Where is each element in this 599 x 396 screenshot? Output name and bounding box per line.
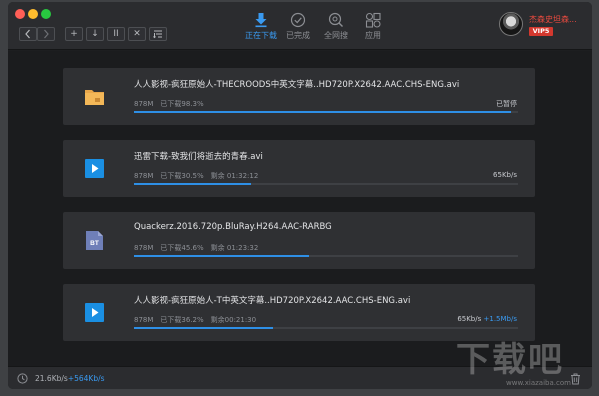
forward-button[interactable] — [37, 27, 55, 41]
video-play-icon — [85, 303, 104, 322]
delete-button[interactable]: ✕ — [128, 27, 146, 41]
download-item[interactable]: BT Quackerz.2016.720p.BluRay.H264.AAC-RA… — [63, 212, 535, 269]
video-play-icon — [85, 159, 104, 178]
watermark-url: www.xiazaiba.com — [506, 379, 571, 387]
upload-rate: +564Kb/s — [67, 374, 105, 383]
download-speed: 65Kb/s — [493, 171, 517, 179]
sort-button[interactable] — [149, 27, 167, 41]
new-task-button[interactable]: + — [65, 27, 83, 41]
avatar[interactable] — [499, 12, 523, 36]
time-remaining: 剩余 01:23:32 — [210, 244, 259, 252]
progress-fill — [134, 255, 310, 257]
zoom-window-button[interactable] — [41, 9, 51, 19]
file-size: 878M — [134, 316, 154, 324]
search-globe-icon — [328, 12, 343, 27]
progress-fill — [134, 111, 512, 113]
svg-text:BT: BT — [90, 240, 99, 247]
folder-icon — [85, 90, 104, 105]
progress-fill — [134, 327, 273, 329]
check-circle-icon — [290, 12, 306, 28]
download-meta: 878M 已下载45.6% 剩余 01:23:32 — [134, 243, 265, 253]
file-name: 人人影视-疯狂原始人-T中英文字幕..HD720P.X2642.AAC.CHS-… — [134, 296, 411, 306]
file-name: 人人影视-疯狂原始人-THECROODS中英文字幕..HD720P.X2642.… — [134, 80, 460, 90]
chevron-right-icon — [44, 29, 49, 39]
download-speed: 65Kb/s — [457, 315, 482, 323]
app-window: + ↓ II ✕ 正在下载 已完成 全网搜 应用 杰森史坦森... VIP5 人… — [8, 2, 592, 389]
title-bar: + ↓ II ✕ 正在下载 已完成 全网搜 应用 杰森史坦森... VIP5 — [8, 2, 592, 50]
back-button[interactable] — [19, 27, 37, 41]
download-icon — [255, 13, 267, 28]
total-speed: 21.6Kb/s+564Kb/s — [35, 374, 105, 383]
time-remaining: 剩余00:21:30 — [210, 316, 257, 324]
tab-web-search-label: 全网搜 — [324, 31, 348, 40]
download-meta: 878M 已下载36.2% 剩余00:21:30 — [134, 315, 263, 325]
trash-icon[interactable] — [570, 373, 581, 385]
download-item[interactable]: 人人影视-疯狂原始人-THECROODS中英文字幕..HD720P.X2642.… — [63, 68, 535, 125]
speed-group: 65Kb/s +1.5Mb/s — [457, 315, 517, 323]
history-nav — [19, 27, 55, 41]
download-meta: 878M 已下载30.5% 剩余 01:32:12 — [134, 171, 265, 181]
file-size: 878M — [134, 172, 154, 180]
download-status: 已下载36.2% — [160, 316, 204, 324]
progress-track — [134, 327, 518, 329]
tab-apps-label: 应用 — [365, 31, 381, 40]
tab-downloading[interactable]: 正在下载 — [241, 12, 281, 46]
apps-grid-icon — [365, 12, 381, 28]
file-name: 迅雷下载-致我们将逝去的青春.avi — [134, 152, 263, 162]
download-list: 人人影视-疯狂原始人-THECROODS中英文字幕..HD720P.X2642.… — [8, 51, 592, 366]
clock-icon[interactable] — [17, 373, 28, 384]
time-remaining: 剩余 01:32:12 — [210, 172, 259, 180]
list-sort-icon — [153, 30, 162, 39]
username[interactable]: 杰森史坦森... — [529, 14, 577, 25]
chevron-left-icon — [25, 29, 30, 39]
accelerated-speed: +1.5Mb/s — [483, 315, 518, 323]
close-window-button[interactable] — [15, 9, 25, 19]
file-size: 878M — [134, 244, 154, 252]
progress-track — [134, 255, 518, 257]
paused-label: 已暂停 — [496, 100, 517, 108]
minimize-window-button[interactable] — [28, 9, 38, 19]
tab-downloading-label: 正在下载 — [245, 31, 277, 40]
tab-completed[interactable]: 已完成 — [278, 12, 318, 46]
file-size: 878M — [134, 100, 154, 108]
bt-file-icon: BT — [86, 231, 103, 250]
file-name: Quackerz.2016.720p.BluRay.H264.AAC-RARBG — [134, 222, 332, 232]
download-rate: 21.6Kb/s — [35, 374, 68, 383]
progress-fill — [134, 183, 252, 185]
download-item[interactable]: 迅雷下载-致我们将逝去的青春.avi 878M 已下载30.5% 剩余 01:32:… — [63, 140, 535, 197]
pause-button[interactable]: II — [107, 27, 125, 41]
start-button[interactable]: ↓ — [86, 27, 104, 41]
download-status: 已下载30.5% — [160, 172, 204, 180]
vip-badge: VIP5 — [529, 27, 553, 36]
progress-track — [134, 183, 518, 185]
tab-web-search[interactable]: 全网搜 — [316, 12, 356, 46]
tab-apps[interactable]: 应用 — [353, 12, 393, 46]
download-status: 已下载98.3% — [160, 100, 204, 108]
download-status: 已下载45.6% — [160, 244, 204, 252]
watermark-logo: 下载吧 — [456, 340, 564, 380]
progress-track — [134, 111, 518, 113]
download-meta: 878M 已下载98.3% — [134, 99, 211, 109]
tab-completed-label: 已完成 — [286, 31, 310, 40]
